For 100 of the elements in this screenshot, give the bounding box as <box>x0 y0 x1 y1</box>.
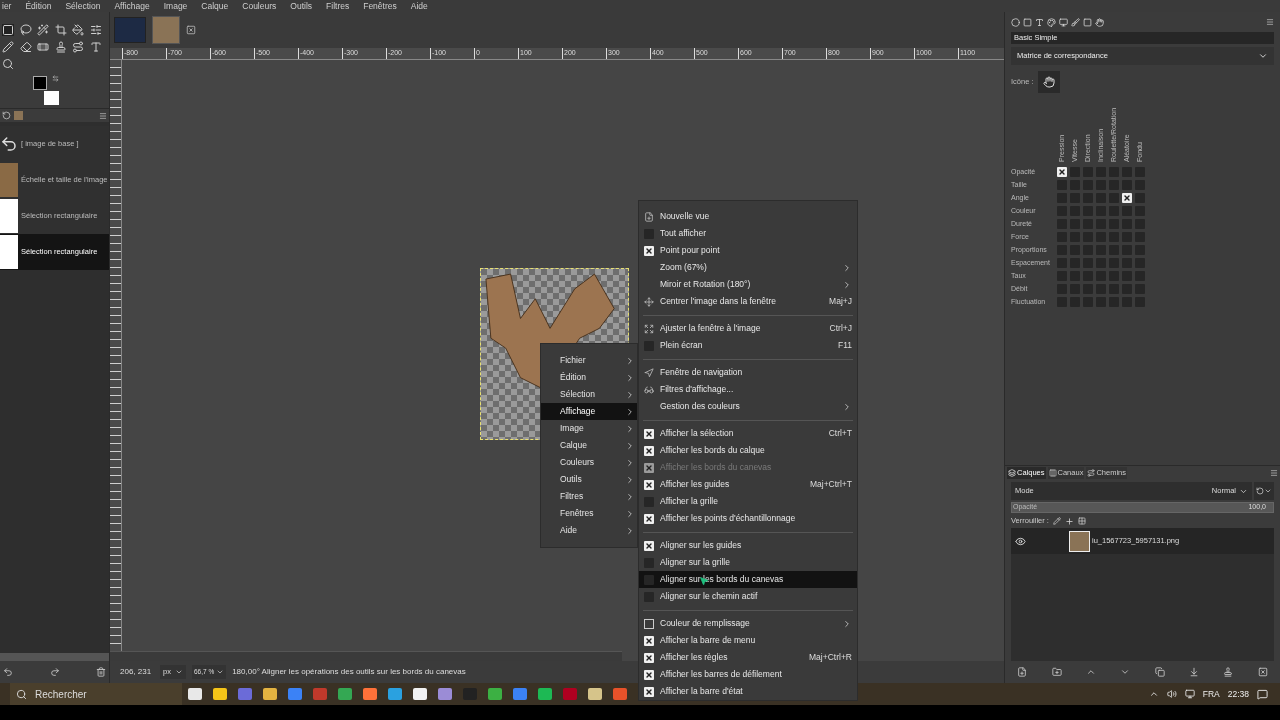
app-icon[interactable] <box>388 688 402 700</box>
image-tab[interactable] <box>152 16 180 44</box>
app-icon[interactable] <box>538 688 552 700</box>
menu-item[interactable]: Centrer l'image dans la fenêtre Maj+J <box>639 293 857 310</box>
language-indicator[interactable]: FRA <box>1202 687 1220 701</box>
merge-down-icon[interactable] <box>1189 667 1200 677</box>
menu-item[interactable]: Afficher les points d'échantillonnage <box>639 510 857 527</box>
menu-item[interactable]: Zoom (67%) <box>639 259 857 276</box>
checkbox[interactable] <box>644 686 654 697</box>
app-icon[interactable] <box>438 688 452 700</box>
menu-item[interactable]: Afficher les bords du calque <box>639 442 857 459</box>
menu-item[interactable]: Sélection <box>541 386 637 403</box>
menu-item[interactable]: Afficher les règles Maj+Ctrl+R <box>639 649 857 666</box>
menu-item[interactable]: Afficher la sélection Ctrl+T <box>639 425 857 442</box>
menu-bar-item[interactable]: Fenêtres <box>363 1 397 11</box>
menu-item[interactable]: Aligner sur le chemin actif <box>639 588 857 605</box>
app-icon[interactable] <box>288 688 302 700</box>
lock-pixels-icon[interactable] <box>1052 517 1061 525</box>
menu-bar-item[interactable]: Filtres <box>326 1 350 11</box>
panel-menu-icon[interactable] <box>1266 18 1274 26</box>
menu-bar-item[interactable]: Couleurs <box>242 1 277 11</box>
menu-item[interactable]: Afficher la grille <box>639 493 857 510</box>
background-color[interactable] <box>44 91 59 105</box>
image-tab[interactable] <box>114 17 146 43</box>
checkbox[interactable] <box>1122 193 1132 203</box>
menu-item[interactable]: Ajuster la fenêtre à l'image Ctrl+J <box>639 320 857 337</box>
undo-icon[interactable] <box>3 667 13 677</box>
clock[interactable]: 22:38 <box>1227 687 1249 701</box>
menu-item[interactable]: Plein écran F11 <box>639 337 857 354</box>
palette-icon[interactable] <box>1047 17 1056 27</box>
menu-item[interactable]: Filtres d'affichage... <box>639 381 857 398</box>
new-group-icon[interactable] <box>1051 667 1062 677</box>
app-icon[interactable] <box>588 688 602 700</box>
menu-bar-item[interactable]: ier <box>2 1 12 11</box>
horizontal-scrollbar[interactable] <box>110 651 622 661</box>
lock-alpha-icon[interactable] <box>1077 517 1086 525</box>
search-bar[interactable]: Rechercher <box>10 683 182 705</box>
app-icon[interactable] <box>338 688 352 700</box>
rectangle-select-icon[interactable] <box>2 24 14 36</box>
app-icon[interactable] <box>613 688 627 700</box>
app-icon[interactable] <box>188 688 202 700</box>
menu-item[interactable]: Afficher la barre de menu <box>639 632 857 649</box>
duplicate-icon[interactable] <box>1154 667 1165 677</box>
undo-history-icon[interactable] <box>2 111 11 120</box>
menu-item[interactable]: Point pour point <box>639 242 857 259</box>
menu-item[interactable]: Couleurs <box>541 454 637 471</box>
menu-bar-item[interactable]: Affichage <box>114 1 150 11</box>
notification-icon[interactable] <box>1257 688 1268 700</box>
menu-item[interactable]: Miroir et Rotation (180°) <box>639 276 857 293</box>
app-icon[interactable] <box>363 688 377 700</box>
app-icon[interactable] <box>488 688 502 700</box>
app-icon[interactable] <box>513 688 527 700</box>
checkbox[interactable] <box>1057 167 1067 177</box>
pencil-icon[interactable] <box>2 41 14 53</box>
checkbox[interactable] <box>644 245 654 256</box>
new-layer-icon[interactable] <box>1017 667 1028 677</box>
checkbox[interactable] <box>644 428 654 439</box>
menu-item[interactable]: Afficher les barres de défilement <box>639 666 857 683</box>
zoom-icon[interactable] <box>2 58 14 70</box>
network-icon[interactable] <box>1184 689 1195 699</box>
app-icon[interactable] <box>238 688 252 700</box>
menu-item[interactable]: Fenêtres <box>541 505 637 522</box>
menu-item[interactable]: Affichage <box>541 403 637 420</box>
menu-item[interactable]: Image <box>541 420 637 437</box>
checkbox[interactable] <box>644 652 654 663</box>
stamp-icon[interactable] <box>54 41 67 53</box>
menu-item[interactable]: Couleur de remplissage <box>639 615 857 632</box>
redo-icon[interactable] <box>49 667 60 677</box>
raise-icon[interactable] <box>1085 667 1096 677</box>
delete-icon[interactable] <box>1257 667 1268 677</box>
checkbox[interactable] <box>644 635 654 646</box>
wand-icon[interactable] <box>37 24 49 36</box>
lock-position-icon[interactable] <box>1064 516 1074 526</box>
app-icon[interactable] <box>563 688 577 700</box>
scrollbar[interactable] <box>0 653 109 661</box>
menu-item[interactable]: Outils <box>541 471 637 488</box>
menu-bar-item[interactable]: Édition <box>25 1 52 11</box>
app-icon[interactable] <box>463 688 477 700</box>
menu-item[interactable]: Fenêtre de navigation <box>639 364 857 381</box>
close-icon[interactable] <box>186 25 196 35</box>
eye-icon[interactable] <box>1015 535 1026 547</box>
dynamics-preview-icon[interactable] <box>1037 71 1060 93</box>
menu-item[interactable]: Afficher la barre d'état <box>639 683 857 700</box>
volume-icon[interactable] <box>1166 689 1177 699</box>
brush-icon[interactable] <box>1071 17 1080 27</box>
panel-menu-icon[interactable] <box>1270 469 1278 477</box>
crop-icon[interactable] <box>54 24 67 36</box>
swap-icon[interactable] <box>52 75 59 82</box>
menu-item[interactable]: Tout afficher <box>639 225 857 242</box>
checkbox[interactable] <box>644 540 654 551</box>
app-icon[interactable] <box>313 688 327 700</box>
menu-bar-item[interactable]: Calque <box>201 1 229 11</box>
app-icon[interactable] <box>263 688 277 700</box>
lower-icon[interactable] <box>1120 667 1131 677</box>
clear-icon[interactable] <box>96 667 106 677</box>
checkbox[interactable] <box>644 445 654 456</box>
search-field[interactable]: Rechercher <box>35 686 165 702</box>
menu-item[interactable]: Gestion des couleurs <box>639 398 857 415</box>
image-thumbnail[interactable] <box>14 111 23 120</box>
menu-item[interactable]: Afficher les guides Maj+Ctrl+T <box>639 476 857 493</box>
